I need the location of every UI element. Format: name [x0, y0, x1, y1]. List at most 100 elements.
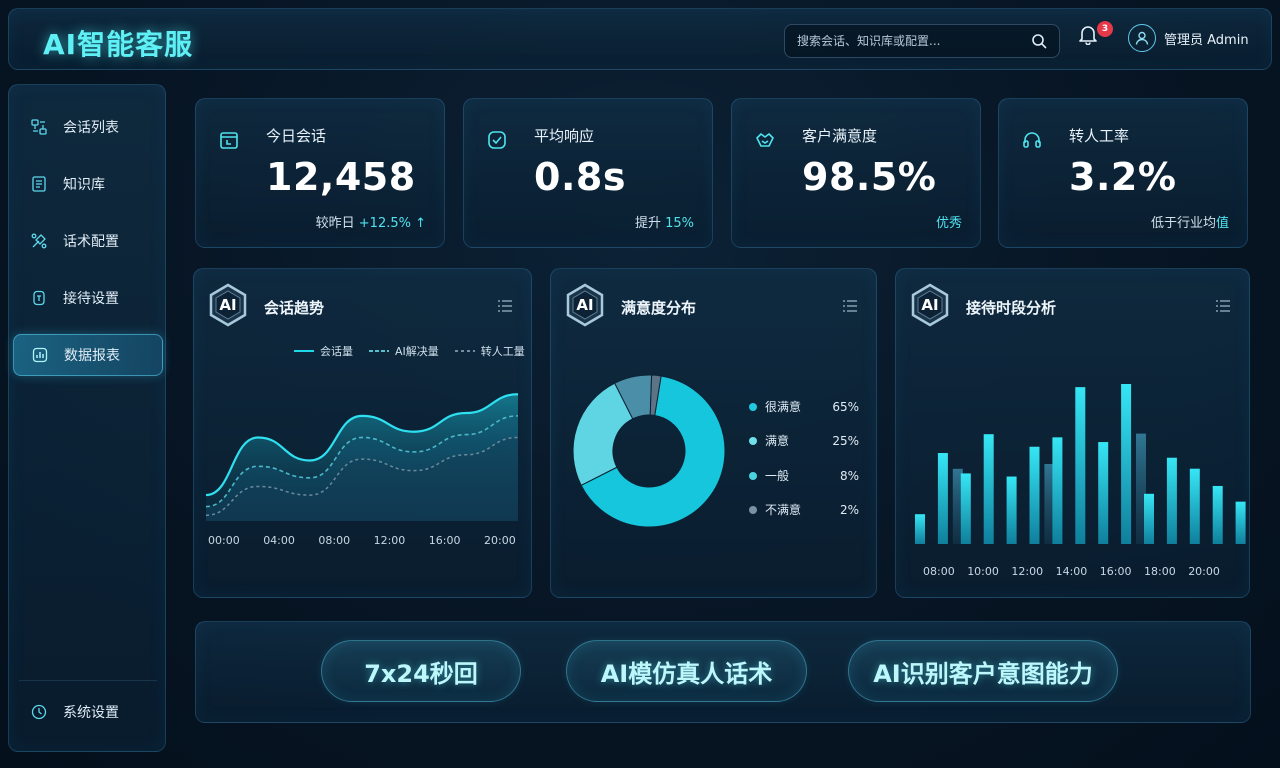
- stat-value: 3.2%: [1069, 155, 1177, 199]
- knowledge-base-icon: [31, 176, 47, 192]
- notification-badge: 3: [1097, 21, 1113, 37]
- legend-item: 转人工量: [454, 345, 525, 358]
- x-tick-label: 10:00: [967, 565, 999, 578]
- sidebar-item-label: 数据报表: [64, 348, 120, 364]
- bell-icon: [1079, 26, 1097, 45]
- x-tick-label: 20:00: [1188, 565, 1220, 578]
- stat-card-satisfaction: 客户满意度 98.5% 优秀: [731, 98, 981, 248]
- user-icon: [1135, 31, 1149, 45]
- bar: [1235, 501, 1246, 544]
- stat-label: 平均响应: [534, 127, 595, 145]
- sidebar-item-label: 话术配置: [63, 234, 119, 250]
- x-tick-label: 12:00: [374, 534, 406, 547]
- bar: [1189, 468, 1200, 544]
- sidebar-item-label: 会话列表: [63, 120, 119, 136]
- report-icon: [32, 347, 48, 363]
- pie-legend-item: 一般 8%: [749, 467, 859, 484]
- bar: [1212, 485, 1223, 544]
- stat-card-transfer-rate: 转人工率 3.2% 低于行业均值: [998, 98, 1248, 248]
- sidebar-item-knowledge-base[interactable]: 知识库: [13, 163, 163, 205]
- panel-title: 满意度分布: [621, 299, 697, 317]
- bar: [1029, 446, 1040, 544]
- stat-card-avg-response: 平均响应 0.8s 提升 15%: [463, 98, 713, 248]
- x-tick-label: 14:00: [1056, 565, 1088, 578]
- settings-icon: [31, 704, 47, 720]
- legend-item: 会话量: [294, 345, 353, 358]
- feature-pill-intent-recognition[interactable]: AI识别客户意图能力: [848, 640, 1118, 702]
- menu-icon[interactable]: [842, 299, 858, 313]
- satisfaction-panel: AI 满意度分布 很满意 65% 满意 25% 一般 8% 不满意 2%: [550, 268, 877, 598]
- sidebar-item-report[interactable]: 数据报表: [13, 334, 163, 376]
- menu-icon[interactable]: [1215, 299, 1231, 313]
- user-menu[interactable]: 管理员 Admin: [1128, 24, 1249, 52]
- search-input[interactable]: [797, 34, 1031, 48]
- stat-value: 0.8s: [534, 155, 626, 199]
- session-trend-panel: AI 会话趋势 会话量 AI解决量 转人工量 00:00 04:00 08:00 12…: [193, 268, 532, 598]
- bar: [1006, 476, 1017, 544]
- divider: [19, 680, 157, 681]
- hours-bar-chart: 08:00 10:00 12:00 14:00 16:00 18:00 20:00: [915, 384, 1246, 578]
- trend-chart: 00:00 04:00 08:00 12:00 16:00 20:00: [206, 393, 518, 547]
- pie-legend-item: 满意 25%: [749, 432, 859, 449]
- x-tick-label: 16:00: [1100, 565, 1132, 578]
- pie-legend-item: 不满意 2%: [749, 501, 859, 518]
- chat-list-icon: [31, 119, 47, 135]
- stat-label: 转人工率: [1069, 127, 1130, 145]
- avatar[interactable]: [1128, 24, 1156, 52]
- stat-value: 12,458: [266, 155, 416, 199]
- feature-bar: 7x24秒回 AI模仿真人话术 AI识别客户意图能力: [195, 621, 1251, 723]
- x-tick-label: 04:00: [263, 534, 295, 547]
- x-tick-label: 18:00: [1144, 565, 1176, 578]
- bar: [915, 514, 925, 544]
- bar: [1075, 387, 1086, 544]
- stat-label: 今日会话: [266, 127, 327, 145]
- x-tick-label: 16:00: [429, 534, 461, 547]
- x-tick-label: 00:00: [208, 534, 240, 547]
- legend-item: AI解决量: [369, 345, 439, 358]
- feature-pill-human-like-script[interactable]: AI模仿真人话术: [566, 640, 807, 702]
- sidebar-item-label: 系统设置: [63, 705, 119, 721]
- ai-badge-text: AI: [219, 296, 237, 314]
- search-box[interactable]: [784, 24, 1060, 58]
- panel-title: 会话趋势: [264, 299, 325, 317]
- panel-title: 接待时段分析: [966, 299, 1057, 317]
- headset-icon: [1023, 132, 1041, 148]
- trend-legend: 会话量 AI解决量 转人工量: [294, 343, 525, 359]
- x-tick-label: 08:00: [923, 565, 955, 578]
- x-tick-label: 12:00: [1011, 565, 1043, 578]
- sidebar-item-chat-list[interactable]: 会话列表: [13, 106, 163, 148]
- bar: [960, 473, 971, 544]
- sidebar-item-system-settings[interactable]: 系统设置: [13, 691, 163, 733]
- sidebar-item-script-config[interactable]: 话术配置: [13, 220, 163, 262]
- satisfaction-donut: [572, 374, 726, 528]
- stat-note: 提升 15%: [634, 216, 694, 231]
- feature-pill-instant-reply[interactable]: 7x24秒回: [321, 640, 521, 702]
- x-tick-label: 08:00: [318, 534, 350, 547]
- script-config-icon: [31, 233, 47, 249]
- sidebar-item-label: 知识库: [63, 177, 105, 193]
- handshake-icon: [756, 133, 774, 147]
- bar: [1052, 437, 1063, 544]
- reception-icon: [31, 290, 47, 306]
- stat-label: 客户满意度: [802, 127, 878, 145]
- stat-note: 较昨日 +12.5% ↑: [315, 216, 426, 231]
- sidebar: 会话列表 知识库 话术配置 接待设置 数据报表 系统设置: [8, 84, 166, 752]
- bar: [1121, 384, 1132, 544]
- stat-note: 低于行业均值: [1150, 216, 1229, 231]
- calendar-icon: [220, 132, 238, 149]
- hours-analysis-panel: AI 接待时段分析 08:00 10:00 12:00 14:00 16:00 18:00…: [895, 268, 1250, 598]
- stat-note: 优秀: [935, 216, 962, 231]
- x-tick-label: 20:00: [484, 534, 516, 547]
- sidebar-item-label: 接待设置: [63, 291, 119, 307]
- user-name: 管理员 Admin: [1164, 32, 1249, 48]
- bar: [1098, 442, 1109, 544]
- menu-icon[interactable]: [497, 299, 513, 313]
- response-icon: [488, 131, 506, 149]
- bar: [1166, 457, 1177, 544]
- bar: [1144, 493, 1154, 544]
- sidebar-item-reception[interactable]: 接待设置: [13, 277, 163, 319]
- stat-value: 98.5%: [802, 155, 937, 199]
- search-icon[interactable]: [1031, 33, 1047, 49]
- app-title: AI智能客服: [43, 28, 194, 61]
- pie-legend-item: 很满意 65%: [749, 398, 859, 415]
